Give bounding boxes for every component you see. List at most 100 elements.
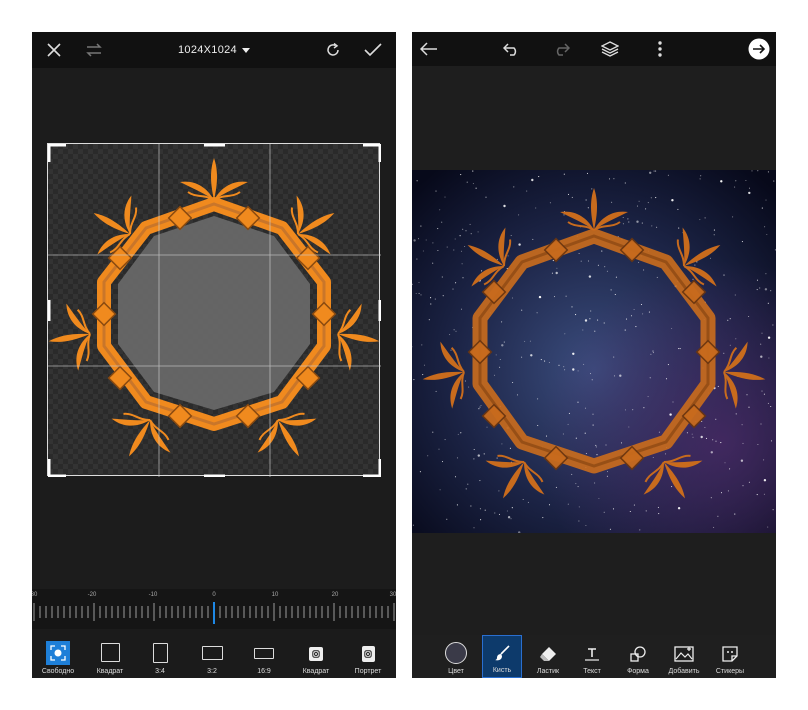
star	[748, 481, 750, 483]
tool-stickers[interactable]: Стикеры	[710, 635, 750, 678]
star	[765, 199, 767, 201]
tool-color[interactable]: Цвет	[436, 635, 476, 678]
star	[766, 233, 768, 236]
star	[692, 436, 694, 438]
tool-shape[interactable]: Форма	[618, 635, 658, 678]
aspect-insta-square[interactable]: Квадрат	[296, 629, 336, 678]
star	[671, 486, 673, 488]
star	[705, 437, 708, 439]
star	[717, 515, 719, 517]
aspect-insta-portrait[interactable]: Портрет	[348, 629, 388, 678]
star	[734, 294, 736, 296]
star	[603, 511, 605, 513]
star	[501, 443, 503, 445]
star	[428, 319, 430, 321]
star	[413, 379, 415, 381]
star	[671, 199, 674, 202]
star	[439, 209, 441, 211]
crop-box[interactable]	[47, 143, 381, 477]
aspect-3-4[interactable]: 3:4	[145, 629, 175, 678]
star	[498, 513, 501, 515]
star	[565, 295, 567, 297]
starfield-background	[412, 170, 776, 533]
star	[577, 486, 579, 488]
star	[587, 207, 589, 209]
aspect-square[interactable]: Квадрат	[90, 629, 130, 678]
star	[441, 221, 443, 223]
star	[741, 424, 743, 426]
star	[735, 180, 737, 182]
next-arrow-icon[interactable]	[747, 37, 771, 61]
star	[506, 510, 508, 512]
star	[425, 239, 427, 241]
star	[510, 518, 512, 520]
star	[455, 282, 457, 284]
star	[734, 513, 736, 515]
crop-top-bar: 1024X1024	[32, 32, 396, 68]
star	[740, 459, 744, 462]
layers-icon[interactable]	[599, 38, 621, 60]
tool-eraser[interactable]: Ластик	[528, 635, 568, 678]
editor-top-bar	[412, 32, 776, 66]
tool-text[interactable]: Текст	[572, 635, 612, 678]
star	[669, 413, 672, 416]
star	[483, 453, 485, 455]
star	[734, 186, 736, 188]
star	[507, 255, 509, 257]
star	[535, 207, 537, 209]
star	[635, 326, 637, 328]
close-icon[interactable]	[44, 40, 64, 60]
star	[613, 356, 615, 358]
star	[608, 178, 611, 180]
ruler-indicator[interactable]	[213, 602, 215, 624]
aspect-free[interactable]: Свободно	[40, 629, 76, 678]
star	[620, 442, 623, 444]
star	[470, 505, 472, 507]
star	[710, 451, 713, 454]
aspect-16-9[interactable]: 16:9	[248, 629, 280, 678]
aspect-label: 16:9	[257, 668, 271, 675]
star	[438, 448, 440, 450]
star	[538, 295, 542, 299]
aspect-3-2[interactable]: 3:2	[196, 629, 228, 678]
rotation-ruler[interactable]: 30 -20 -10 0 10 20 30	[32, 589, 396, 629]
ruler-label: 30	[32, 592, 38, 598]
star	[480, 519, 482, 521]
star	[773, 180, 775, 182]
star	[477, 231, 479, 233]
more-icon[interactable]	[650, 38, 670, 60]
size-dropdown[interactable]: 1024X1024	[178, 41, 250, 59]
back-arrow-icon[interactable]	[418, 39, 440, 59]
star	[555, 271, 558, 275]
star	[651, 225, 653, 227]
star	[611, 201, 613, 203]
star	[499, 366, 501, 368]
star	[479, 406, 481, 408]
check-icon[interactable]	[362, 40, 384, 60]
star	[467, 483, 469, 485]
star	[464, 380, 466, 382]
star	[518, 243, 521, 246]
star	[715, 440, 717, 442]
star	[619, 374, 622, 377]
undo-icon[interactable]	[501, 39, 523, 59]
star	[627, 218, 629, 220]
reset-icon[interactable]	[323, 40, 343, 60]
tool-brush[interactable]: Кисть	[482, 635, 522, 678]
star	[512, 381, 514, 384]
redo-icon[interactable]	[550, 39, 572, 59]
ruler-label: 20	[331, 592, 339, 598]
star	[699, 219, 701, 221]
star	[432, 262, 434, 264]
star	[748, 406, 750, 408]
tool-add-image[interactable]: Добавить	[664, 635, 704, 678]
tool-label: Цвет	[448, 668, 464, 675]
flip-icon[interactable]	[84, 40, 104, 60]
star	[437, 249, 439, 252]
edited-image[interactable]	[412, 170, 776, 533]
ratio-3-4-icon	[152, 643, 168, 663]
star	[748, 187, 751, 189]
star	[442, 295, 444, 297]
star	[548, 361, 550, 364]
star	[606, 471, 609, 473]
